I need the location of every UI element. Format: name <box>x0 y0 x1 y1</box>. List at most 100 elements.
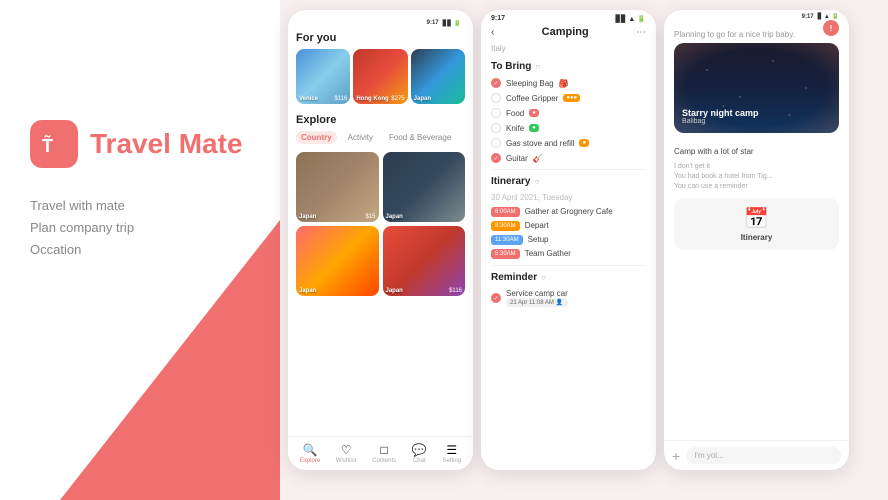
trip-subtitle: Italy <box>491 44 646 53</box>
battery-icon: 🔋 <box>637 15 646 23</box>
app-logo-icon: T̃ <box>30 120 78 168</box>
item-tag-4: ● <box>579 139 589 147</box>
hongkong-price: $275 <box>391 96 404 102</box>
item-emoji-5: 🎸 <box>533 154 543 163</box>
cat-country[interactable]: Country <box>296 131 337 144</box>
japan2-label: Japan <box>386 214 403 220</box>
reminder-time-badge: 21 Apr 11:08 AM 👤 <box>506 298 568 307</box>
japan1-label: Japan <box>299 214 316 220</box>
destination-hongkong[interactable]: Hong Kong $275 <box>353 49 407 104</box>
nav-setting[interactable]: ☰ Setting <box>442 443 461 464</box>
chat-plus-icon[interactable]: + <box>672 448 680 464</box>
chat-placeholder: I'm yol... <box>694 451 724 460</box>
time-badge-1: 8:30AM <box>491 221 520 231</box>
japan4-price: $116 <box>449 288 462 294</box>
explore-japan3[interactable]: Japan <box>296 226 379 296</box>
timeline-2: 11:30AM Setup <box>491 235 646 245</box>
explore-japan1[interactable]: Japan $15 <box>296 152 379 222</box>
msg-2: You can use a reminder <box>674 183 839 190</box>
checkbox-2[interactable] <box>491 108 501 118</box>
item-tag-3: ● <box>529 124 539 132</box>
item-label-5: Guitar <box>506 154 528 163</box>
tagline-3: Occation <box>30 239 134 261</box>
nav-explore[interactable]: 🔍 Explore <box>300 443 320 464</box>
nav-contents[interactable]: □ Contents <box>372 443 396 464</box>
reminder-check[interactable] <box>491 293 501 303</box>
divider-2 <box>491 265 646 266</box>
japan1-price: $15 <box>365 214 375 220</box>
nav-chat[interactable]: 💬 Chat <box>412 443 427 464</box>
camp-desc: Camp with a lot of star <box>674 147 754 156</box>
venice-price: $116 <box>334 96 347 102</box>
tobring-heading: To Bring ○ <box>491 61 646 72</box>
logo-area: T̃ Travel Mate <box>30 120 243 168</box>
widget-calendar-icon: 📅 <box>744 206 769 231</box>
cat-activity[interactable]: Activity <box>343 131 378 144</box>
timeline-text-0: Gather at Grognery Cafe <box>525 207 613 216</box>
checklist-item-5: Guitar 🎸 <box>491 153 646 163</box>
hongkong-label: Hong Kong <box>356 96 388 102</box>
tobring-icon: ○ <box>535 62 540 71</box>
widget-label: Itinerary <box>741 233 773 242</box>
camp-card-sub: Balibag <box>682 118 759 125</box>
venice-label: Venice <box>299 96 318 102</box>
chat-input[interactable]: I'm yol... <box>686 447 841 464</box>
nav-wishlist-label: Wishlist <box>336 458 357 464</box>
reminder-item-0: Service camp car 21 Apr 11:08 AM 👤 <box>491 289 646 307</box>
item-label-4: Gas stove and refill <box>506 139 574 148</box>
msg-1: You had book a hotel from Tig... <box>674 173 839 180</box>
destination-venice[interactable]: Venice $116 <box>296 49 350 104</box>
time-badge-0: 6:00AM <box>491 207 520 217</box>
japan3-label: Japan <box>299 288 316 294</box>
explore-grid: Japan $15 Japan Japan Japan $116 <box>296 152 465 296</box>
tagline-2: Plan company trip <box>30 217 134 239</box>
cat-food[interactable]: Food & Beverage <box>384 131 456 144</box>
chat-notification-badge: ! <box>823 20 839 36</box>
item-tag-1: ●●● <box>563 94 580 102</box>
checkbox-0[interactable] <box>491 78 501 88</box>
phone-explore: 9:17 ▊▊ 🔋 For you Venice $116 Hong Kong … <box>288 10 473 470</box>
left-section: T̃ Travel Mate Travel with mate Plan com… <box>0 0 280 500</box>
divider-1 <box>491 169 646 170</box>
checkbox-4[interactable] <box>491 138 501 148</box>
destination-japan-sm[interactable]: Japan <box>411 49 465 104</box>
checklist-item-0: Sleeping Bag 🎒 <box>491 78 646 88</box>
menu-icon[interactable]: ⋯ <box>636 27 646 38</box>
timeline-text-2: Setup <box>528 235 549 244</box>
nav-setting-label: Setting <box>442 458 461 464</box>
itinerary-heading: Itinerary ○ <box>491 176 646 187</box>
nav-chat-label: Chat <box>413 458 426 464</box>
timeline-text-3: Team Gather <box>525 249 571 258</box>
camp-card-label: Starry night camp Balibag <box>682 108 759 125</box>
for-you-title: For you <box>296 32 465 44</box>
tagline-1: Travel with mate <box>30 195 134 217</box>
explore-japan4[interactable]: Japan $116 <box>383 226 466 296</box>
reminder-heading: Reminder ○ <box>491 272 646 283</box>
checkbox-3[interactable] <box>491 123 501 133</box>
timeline-1: 8:30AM Depart <box>491 221 646 231</box>
explore-title: Explore <box>296 114 465 126</box>
camping-card[interactable]: Starry night camp Balibag <box>674 43 839 133</box>
time-badge-2: 11:30AM <box>491 235 523 245</box>
checkbox-1[interactable] <box>491 93 501 103</box>
item-label-3: Knife <box>506 124 524 133</box>
timeline-3: 5:30AM Team Gather <box>491 249 646 259</box>
back-button[interactable]: ‹ <box>491 27 494 38</box>
japan-sm-label: Japan <box>414 96 431 102</box>
wishlist-nav-icon: ♡ <box>341 443 352 457</box>
nav-wishlist[interactable]: ♡ Wishlist <box>336 443 357 464</box>
explore-nav-icon: 🔍 <box>303 443 318 457</box>
item-label-1: Coffee Gripper <box>506 94 558 103</box>
chat-messages: I don't get it You had book a hotel from… <box>664 163 849 190</box>
checkbox-5[interactable] <box>491 153 501 163</box>
reminder-text: Service camp car <box>506 289 568 298</box>
item-label-0: Sleeping Bag <box>506 79 554 88</box>
setting-nav-icon: ☰ <box>446 443 457 457</box>
checklist-item-3: Knife ● <box>491 123 646 133</box>
explore-japan2[interactable]: Japan <box>383 152 466 222</box>
status-bar: 9:17 ▊▊ ▲ 🔋 <box>481 10 656 26</box>
status-icons: ▊▊ ▲ 🔋 <box>616 15 646 23</box>
reminder-time: 21 Apr 11:08 AM <box>510 300 554 306</box>
contents-nav-icon: □ <box>381 443 388 457</box>
itinerary-widget[interactable]: 📅 Itinerary <box>674 198 839 250</box>
